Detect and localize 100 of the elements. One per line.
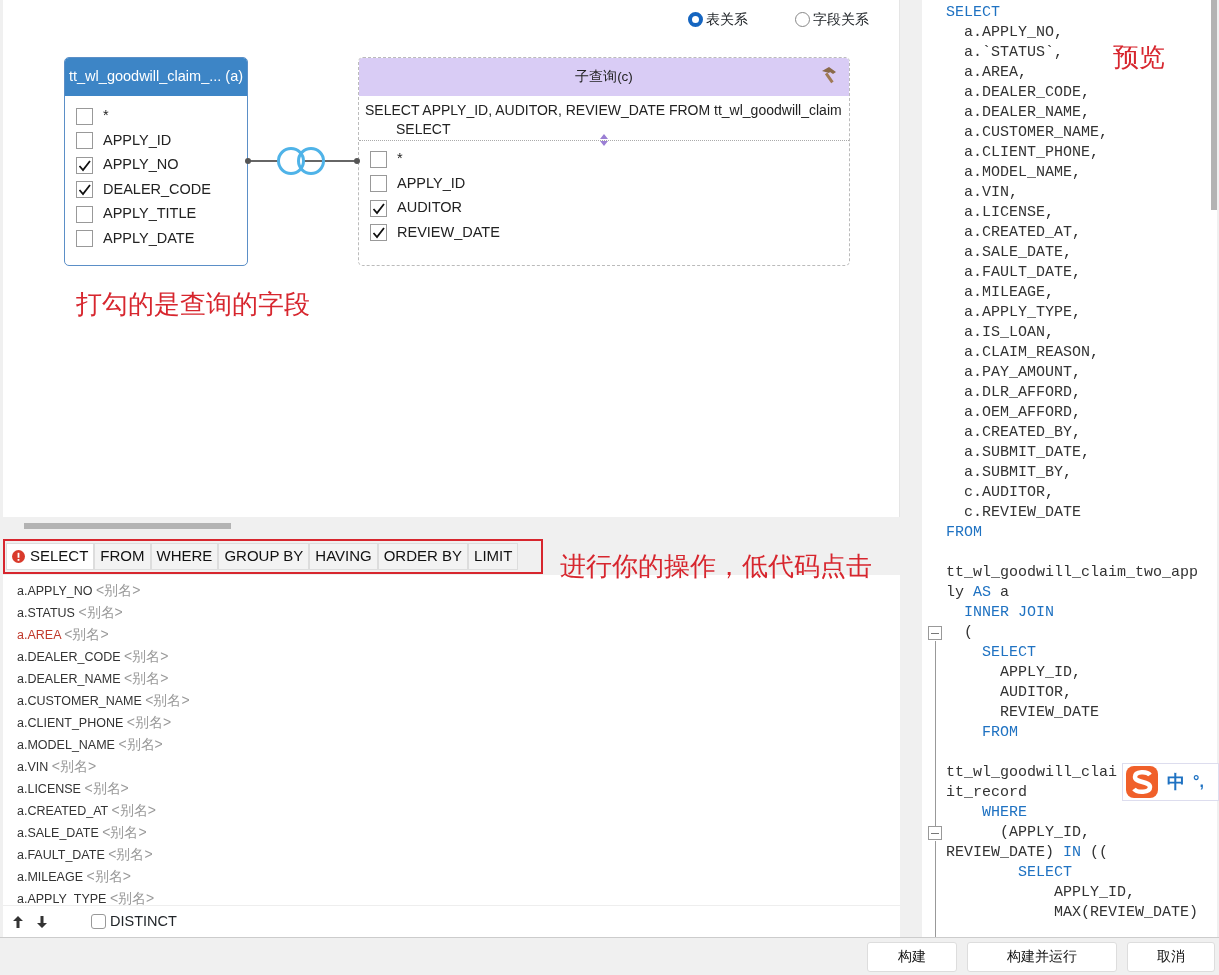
code-line: a.OEM_AFFORD, xyxy=(963,404,1082,421)
field-row[interactable]: a.LICENSE <别名> xyxy=(17,777,886,799)
field-row[interactable]: a.CREATED_AT <别名> xyxy=(17,799,886,821)
ime-punctuation[interactable]: °, xyxy=(1193,770,1204,794)
field-row[interactable]: a.CUSTOMER_NAME <别名> xyxy=(17,689,886,711)
code-line: a.APPLY_TYPE, xyxy=(963,304,1082,321)
code-line: a.MODEL_NAME, xyxy=(963,164,1082,181)
code-line: MAX(REVIEW_DATE) xyxy=(1053,904,1199,921)
code-line: WHERE xyxy=(981,804,1027,821)
code-line: a.CREATED_BY, xyxy=(963,424,1082,441)
checkbox[interactable] xyxy=(370,150,387,168)
field-row[interactable]: a.DEALER_CODE <别名> xyxy=(17,645,886,667)
field-name: AUDITOR xyxy=(397,198,462,218)
dialog-button[interactable]: 构建 xyxy=(867,941,957,972)
field-name: APPLY_NO xyxy=(103,155,179,175)
code-line: it_record xyxy=(946,784,1027,801)
code-line: REVIEW_DATE) IN (( xyxy=(946,844,1109,861)
field-name: APPLY_ID xyxy=(397,173,466,193)
radio-button[interactable] xyxy=(688,12,703,27)
radio-label[interactable]: 字段关系 xyxy=(813,9,869,30)
field-row[interactable]: a.STATUS <别名> xyxy=(17,601,886,623)
fold-toggle[interactable] xyxy=(928,826,942,840)
clause-tab[interactable]: HAVING xyxy=(309,542,378,570)
code-line: SELECT xyxy=(946,4,1000,21)
field-row[interactable]: a.MODEL_NAME <别名> xyxy=(17,733,886,755)
code-line: a.DEALER_CODE, xyxy=(963,84,1091,101)
clause-tab[interactable]: ORDER BY xyxy=(377,542,469,570)
checkbox[interactable] xyxy=(370,199,387,217)
move-up-icon xyxy=(13,915,23,928)
code-line: FROM xyxy=(981,724,1018,741)
code-line: a.CREATED_AT, xyxy=(963,224,1082,241)
checkbox[interactable] xyxy=(76,181,93,199)
dialog-button[interactable]: 取消 xyxy=(1127,941,1215,972)
code-line: a.CUSTOMER_NAME, xyxy=(963,124,1109,141)
clause-tab[interactable]: SELECT xyxy=(6,542,95,570)
resize-handle-icon xyxy=(600,134,608,146)
checkbox[interactable] xyxy=(76,107,93,125)
code-line: a.FAULT_DATE, xyxy=(963,264,1082,281)
table-title: tt_wl_goodwill_claim_... (a) xyxy=(65,58,247,96)
field-row[interactable]: a.FAULT_DATE <别名> xyxy=(17,843,886,865)
clause-tab[interactable]: GROUP BY xyxy=(218,542,310,570)
code-line: SELECT xyxy=(981,644,1036,661)
field-row[interactable]: a.CLIENT_PHONE <别名> xyxy=(17,711,886,733)
checkbox[interactable] xyxy=(91,914,106,929)
clause-tab[interactable]: WHERE xyxy=(150,542,219,570)
code-line: a.AREA, xyxy=(963,64,1027,81)
code-line: a.CLAIM_REASON, xyxy=(963,344,1100,361)
code-line: a.VIN, xyxy=(963,184,1018,201)
field-name: * xyxy=(103,106,109,126)
field-name: APPLY_TITLE xyxy=(103,204,197,224)
code-line: a.CLIENT_PHONE, xyxy=(963,144,1100,161)
field-name: APPLY_ID xyxy=(103,130,172,150)
field-row[interactable]: a.DEALER_NAME <别名> xyxy=(17,667,886,689)
field-row[interactable]: a.APPLY_TYPE <别名> xyxy=(17,887,886,905)
code-line: a.APPLY_NO, xyxy=(963,24,1064,41)
subquery-title: 子查询(c) xyxy=(575,67,633,86)
code-line: (APPLY_ID, xyxy=(999,824,1091,841)
code-line: a.MILEAGE, xyxy=(963,284,1055,301)
radio-label[interactable]: 表关系 xyxy=(706,9,748,30)
checkbox-label[interactable]: DISTINCT xyxy=(110,910,177,933)
code-line: AUDITOR, xyxy=(999,684,1073,701)
annotation-text: 打勾的是查询的字段 xyxy=(76,288,310,321)
code-line: c.REVIEW_DATE xyxy=(963,504,1082,521)
checkbox[interactable] xyxy=(76,205,93,223)
code-line: a.IS_LOAN, xyxy=(963,324,1055,341)
code-line: REVIEW_DATE xyxy=(999,704,1100,721)
code-line: ly AS a xyxy=(946,584,1010,601)
code-line: a.SALE_DATE, xyxy=(963,244,1073,261)
code-line: a.SUBMIT_BY, xyxy=(963,464,1073,481)
clause-tab[interactable]: LIMIT xyxy=(468,542,519,570)
checkbox[interactable] xyxy=(76,132,93,150)
code-line: a.`STATUS`, xyxy=(963,44,1064,61)
code-line: a.DEALER_NAME, xyxy=(963,104,1091,121)
code-line: tt_wl_goodwill_clai xyxy=(946,764,1118,781)
code-line: APPLY_ID, xyxy=(999,664,1082,681)
field-name: REVIEW_DATE xyxy=(397,222,500,242)
dialog-button[interactable]: 构建并运行 xyxy=(967,941,1117,972)
subquery-node[interactable]: 子查询(c) SELECT APPLY_ID, AUDITOR, REVIEW_DATE FROM tt_wl_goodwill_claim SELECT * APPLY_ID AUDITOR REVIEW_DATE xyxy=(358,57,850,266)
input-method-bar[interactable]: 中 °, xyxy=(1122,763,1219,801)
clause-tab[interactable]: FROM xyxy=(94,542,151,570)
checkbox[interactable] xyxy=(370,224,387,242)
ime-mode[interactable]: 中 xyxy=(1167,768,1185,796)
annotation-text: 预览 xyxy=(1113,41,1165,74)
checkbox[interactable] xyxy=(370,175,387,193)
field-row[interactable]: a.MILEAGE <别名> xyxy=(17,865,886,887)
field-row[interactable]: a.VIN <别名> xyxy=(17,755,886,777)
checkbox[interactable] xyxy=(76,156,93,174)
code-line: FROM xyxy=(946,524,982,541)
field-row[interactable]: a.SALE_DATE <别名> xyxy=(17,821,886,843)
field-name: DEALER_CODE xyxy=(103,179,211,199)
field-name: * xyxy=(397,149,403,169)
code-line: tt_wl_goodwill_claim_two_app xyxy=(946,564,1199,581)
radio-button[interactable] xyxy=(795,12,810,27)
checkbox[interactable] xyxy=(76,230,93,248)
field-name: APPLY_DATE xyxy=(103,228,195,248)
fold-toggle[interactable] xyxy=(928,626,942,640)
sogou-icon xyxy=(1125,765,1159,799)
code-line: a.SUBMIT_DATE, xyxy=(963,444,1091,461)
field-row[interactable]: a.AREA <别名> xyxy=(17,623,886,645)
table-node[interactable]: tt_wl_goodwill_claim_... (a) * APPLY_ID APPLY_NO DEALER_CODE APPLY_TITLE APPLY_DATE xyxy=(64,57,248,266)
